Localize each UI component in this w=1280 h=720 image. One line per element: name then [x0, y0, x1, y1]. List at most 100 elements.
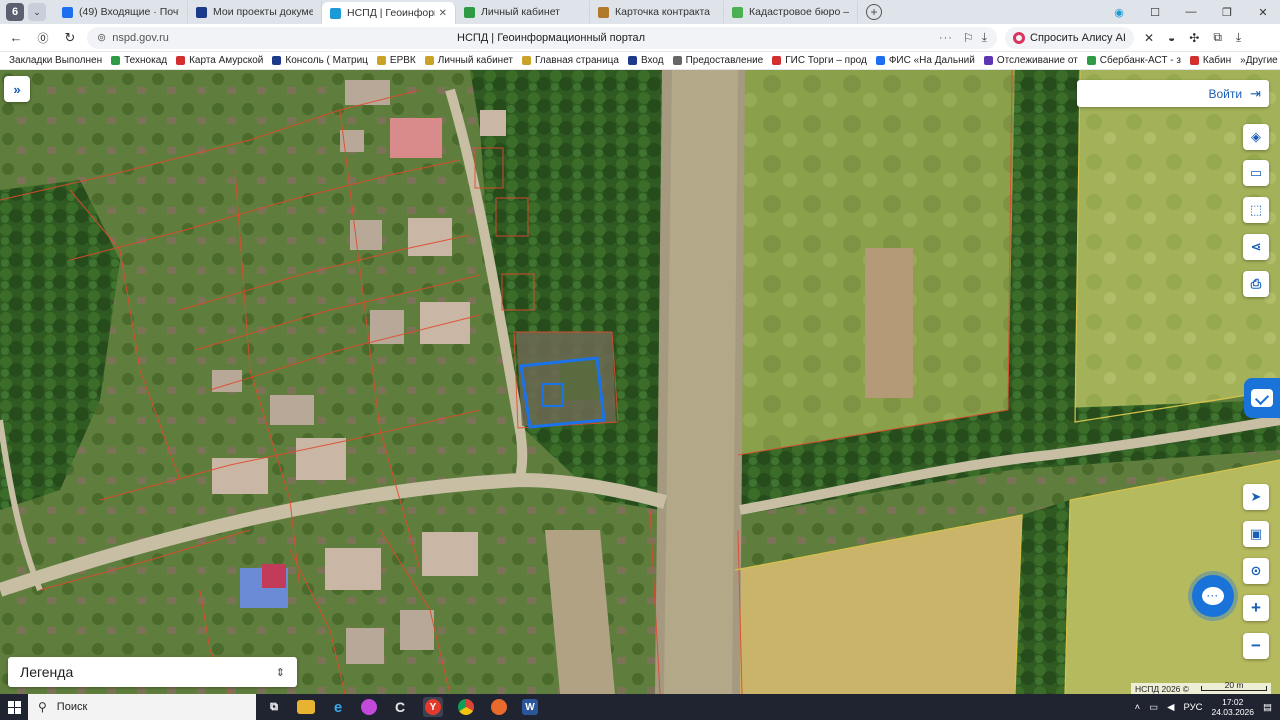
back-arrow-icon[interactable]: ← [5, 27, 27, 49]
bookmark-item[interactable]: Консоль ( Матриц [272, 55, 368, 66]
taskbar-search[interactable]: ⚲ Поиск [28, 694, 256, 720]
file-explorer-icon[interactable] [297, 700, 315, 714]
tab-contract[interactable]: Карточка контракта [590, 1, 724, 23]
bookmarks-panel-icon[interactable]: ☐ [1148, 6, 1162, 19]
zoom-in-button[interactable]: + [1243, 595, 1269, 621]
extension-hat-icon[interactable]: ◒ [1168, 31, 1175, 45]
tab-counter[interactable]: 6 [6, 3, 24, 21]
new-tab-button[interactable]: + [866, 4, 882, 20]
cabinet-favicon-icon [464, 6, 475, 18]
chat-button[interactable]: ··· [1192, 575, 1234, 617]
map-view[interactable]: » Войти ⇥ ◈ ▭ ⬚ ⋖ ⎙ ➤ ▣ ⊙ ··· + − Легенд… [0, 70, 1280, 694]
bookmark-item[interactable]: Личный кабинет [424, 55, 513, 66]
extension-puzzle-icon[interactable]: ✣ [1189, 31, 1199, 45]
notifications-icon[interactable]: ▤ [1263, 702, 1272, 713]
legend-label: Легенда [20, 664, 74, 680]
legend-dropdown[interactable]: Легенда ⇕ [8, 657, 297, 687]
minimap-button[interactable]: ▣ [1243, 521, 1269, 547]
windows-logo-icon [7, 700, 21, 714]
bookmark-label: Консоль ( Матриц [285, 55, 368, 66]
close-window-icon[interactable]: ✕ [1256, 6, 1270, 19]
bookmark-label: Закладки Выполнен [9, 55, 103, 66]
bookmark-item[interactable]: Вход [627, 55, 664, 66]
chrome-icon[interactable] [456, 697, 476, 717]
tab-mail[interactable]: (49) Входящие · Почта Mail [54, 1, 188, 23]
reload-icon[interactable]: ↻ [59, 27, 81, 49]
edge-icon[interactable]: e [328, 697, 348, 717]
bookmark-favicon-icon [272, 56, 282, 65]
downloads-icon[interactable]: ⤓ [1236, 30, 1241, 45]
yandex-browser-icon[interactable]: Y [423, 697, 443, 717]
task-view-icon[interactable]: ⧉ [264, 697, 284, 717]
language-indicator[interactable]: РУС [1183, 702, 1202, 713]
extension-copy-icon[interactable]: ⧉ [1213, 30, 1222, 45]
expand-panel-button[interactable]: » [4, 76, 30, 102]
bookmark-favicon-icon [1189, 56, 1199, 65]
start-button[interactable] [0, 694, 28, 720]
bookmark-item[interactable]: ЕРВК [376, 55, 416, 66]
bookmark-item[interactable]: Сбербанк-АСТ - з [1086, 55, 1181, 66]
other-bookmarks[interactable]: Другие закладки▭ [1246, 55, 1280, 66]
url-field[interactable]: ⊚ nspd.gov.ru НСПД | Геоинформационный п… [87, 26, 997, 49]
bookmark-label: Главная страница [535, 55, 619, 66]
login-label: Войти [1208, 86, 1243, 101]
yandex-ext-icon[interactable]: ◉ [1112, 6, 1126, 19]
ruler-button[interactable]: ▭ [1243, 160, 1269, 186]
extension-cross-icon[interactable]: ✕ [1144, 31, 1154, 45]
layers-button[interactable]: ◈ [1243, 124, 1269, 150]
feedback-tab[interactable] [1244, 378, 1280, 418]
bookmark-item[interactable]: Карта Амурской [176, 55, 263, 66]
projects-favicon-icon [196, 6, 207, 18]
bookmark-item[interactable]: Главная страница [522, 55, 619, 66]
bookmark-label: Сбербанк-АСТ - з [1099, 55, 1181, 66]
minimize-icon[interactable]: — [1184, 6, 1198, 18]
login-button[interactable]: Войти ⇥ [1077, 80, 1269, 107]
bookmark-icon[interactable]: ⚐ [963, 31, 974, 45]
tab-menu-chevron-icon[interactable]: ⌄ [28, 3, 46, 21]
tab-2gis[interactable]: Кадастровое бюро — 2ГИС [724, 1, 858, 23]
bookmark-item[interactable]: Технокад [111, 55, 167, 66]
bookmark-item[interactable]: ГИС Торги – прод [772, 55, 867, 66]
satellite-map[interactable] [0, 70, 1280, 694]
bookmark-item[interactable]: Предоставление [672, 55, 764, 66]
select-area-button[interactable]: ⬚ [1243, 197, 1269, 223]
system-tray: ˄ ▭ ◀ РУС 17:02 24.03.2026 ▤ [1135, 697, 1272, 717]
more-options-icon[interactable]: ··· [939, 32, 953, 44]
bookmark-label: Предоставление [685, 55, 764, 66]
site-info-icon[interactable]: ⊚ [97, 31, 106, 44]
clock[interactable]: 17:02 24.03.2026 [1211, 697, 1254, 717]
share-button[interactable]: ⋖ [1243, 234, 1269, 260]
contract-favicon-icon [598, 6, 609, 18]
tray-chevron-icon[interactable]: ˄ [1135, 702, 1141, 713]
tab-projects[interactable]: Мои проекты документов [188, 1, 322, 23]
app-orange-icon[interactable] [489, 697, 509, 717]
nspd-favicon-icon [330, 7, 341, 19]
yandex-logo-icon[interactable]: ⓪ [32, 27, 54, 49]
search-location-button[interactable]: ⊙ [1243, 558, 1269, 584]
word-icon[interactable]: W [522, 699, 538, 715]
bookmark-favicon-icon [424, 56, 434, 65]
tab-nspd[interactable]: НСПД | Геоинформацион ✕ [322, 2, 456, 24]
volume-icon[interactable]: ◀ [1167, 702, 1174, 713]
bookmark-label: Технокад [124, 55, 168, 66]
app-purple-icon[interactable] [361, 699, 377, 715]
bookmark-item[interactable]: Отслеживание от [983, 55, 1078, 66]
maximize-icon[interactable]: ❐ [1220, 6, 1234, 19]
ruler-icon: ▭ [1249, 165, 1263, 180]
ask-alice-button[interactable]: Спросить Алису AI [1005, 26, 1134, 49]
bookmark-item[interactable]: Закладки Выполнен [9, 55, 102, 66]
print-button[interactable]: ⎙ [1243, 271, 1269, 297]
app-c-icon[interactable]: C [390, 697, 410, 717]
download-icon[interactable]: ⤓ [982, 30, 987, 45]
zoom-out-button[interactable]: − [1243, 633, 1269, 659]
share-icon: ⋖ [1250, 239, 1262, 254]
bookmark-favicon-icon [983, 56, 993, 65]
network-icon[interactable]: ▭ [1149, 702, 1158, 713]
locate-button[interactable]: ➤ [1243, 484, 1269, 510]
tab-cabinet[interactable]: Личный кабинет [456, 1, 590, 23]
bookmark-item[interactable]: ФИС «На Дальний [875, 55, 975, 66]
alice-label: Спросить Алису AI [1030, 31, 1126, 44]
close-tab-icon[interactable]: ✕ [435, 8, 447, 19]
bookmark-label: ФИС «На Дальний [888, 55, 975, 66]
bookmark-item[interactable]: Кабин [1189, 55, 1231, 66]
